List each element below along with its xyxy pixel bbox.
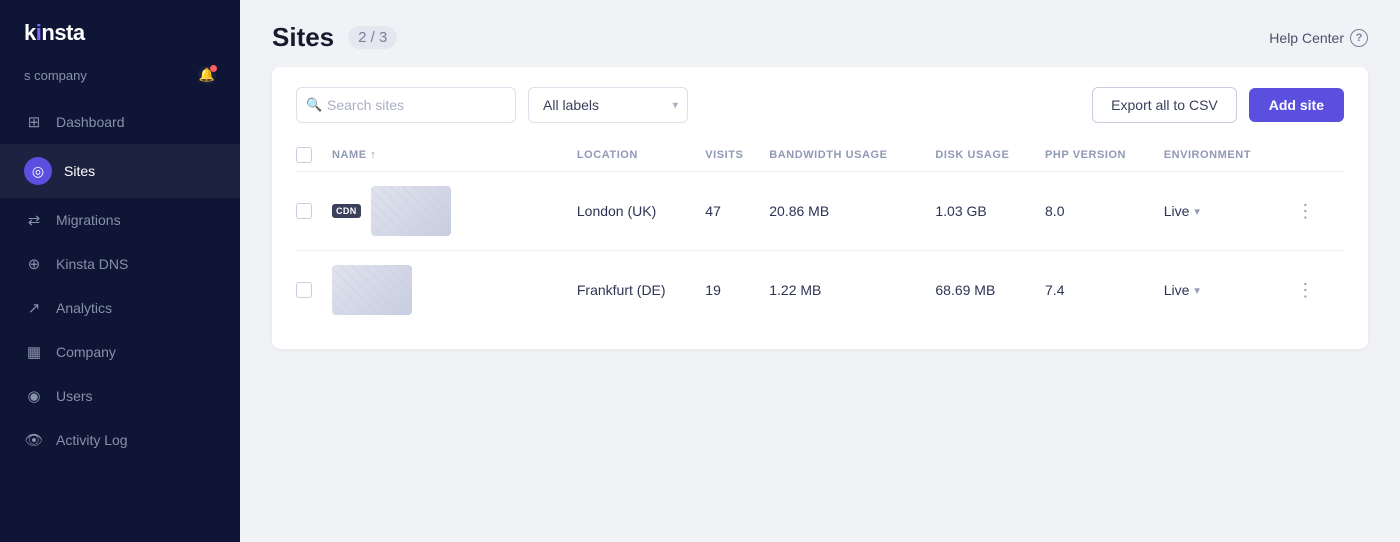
row-name-cell[interactable]	[332, 251, 577, 330]
sidebar-item-company[interactable]: ▦ Company	[0, 330, 240, 374]
row-visits: 47	[705, 172, 769, 251]
analytics-icon: ↗	[24, 299, 44, 317]
environment-label: Live	[1164, 282, 1190, 298]
sidebar-item-label: Migrations	[56, 212, 121, 228]
sites-icon-wrap: ◎	[24, 157, 52, 185]
col-checkbox	[296, 139, 332, 172]
row-disk: 68.69 MB	[935, 251, 1045, 330]
row-visits: 19	[705, 251, 769, 330]
logo-area: kinsta	[0, 0, 240, 58]
sidebar-item-kinsta-dns[interactable]: ⊕ Kinsta DNS	[0, 242, 240, 286]
notification-bell[interactable]: 🔔	[198, 66, 216, 84]
environment-label: Live	[1164, 203, 1190, 219]
row-php: 7.4	[1045, 251, 1164, 330]
sidebar-nav: ⊞ Dashboard ◎ Sites ⇄ Migrations ⊕ Kinst…	[0, 100, 240, 462]
row-bandwidth: 20.86 MB	[769, 172, 935, 251]
sites-card: 🔍 All labels ▾ Export all to CSV Add sit…	[272, 67, 1368, 349]
more-options-button[interactable]: ⋮	[1290, 277, 1320, 303]
row-checkbox[interactable]	[296, 203, 312, 219]
chevron-down-icon: ▾	[1194, 284, 1200, 297]
bell-icon: 🔔	[199, 67, 215, 83]
select-all-checkbox[interactable]	[296, 147, 312, 163]
site-thumbnail	[332, 265, 412, 315]
content-area: 🔍 All labels ▾ Export all to CSV Add sit…	[240, 67, 1400, 542]
site-thumbnail	[371, 186, 451, 236]
sidebar-item-migrations[interactable]: ⇄ Migrations	[0, 198, 240, 242]
row-bandwidth: 1.22 MB	[769, 251, 935, 330]
table-row: Frankfurt (DE) 19 1.22 MB 68.69 MB 7.4 L…	[296, 251, 1344, 330]
row-location: Frankfurt (DE)	[577, 251, 705, 330]
table-header: NAME ↑ LOCATION VISITS BANDWIDTH USAGE D	[296, 139, 1344, 172]
row-environment[interactable]: Live ▾	[1164, 172, 1291, 251]
row-environment[interactable]: Live ▾	[1164, 251, 1291, 330]
sidebar: kinsta s company 🔔 ⊞ Dashboard ◎ Sites ⇄…	[0, 0, 240, 542]
search-icon: 🔍	[306, 97, 322, 113]
sidebar-item-dashboard[interactable]: ⊞ Dashboard	[0, 100, 240, 144]
sites-icon: ◎	[28, 163, 48, 180]
company-name: s company	[24, 68, 87, 83]
sidebar-item-analytics[interactable]: ↗ Analytics	[0, 286, 240, 330]
help-circle-icon: ?	[1350, 29, 1368, 47]
col-php: PHP VERSION	[1045, 139, 1164, 172]
row-location: London (UK)	[577, 172, 705, 251]
row-checkbox-cell	[296, 172, 332, 251]
labels-select-wrap: All labels ▾	[528, 87, 688, 123]
sidebar-item-label: Users	[56, 388, 93, 404]
col-name: NAME ↑	[332, 139, 577, 172]
search-input[interactable]	[296, 87, 516, 123]
col-location: LOCATION	[577, 139, 705, 172]
help-center-label: Help Center	[1269, 30, 1344, 46]
migrations-icon: ⇄	[24, 211, 44, 229]
cdn-badge: CDN	[332, 204, 361, 218]
row-name-cell[interactable]: CDN	[332, 172, 577, 251]
row-disk: 1.03 GB	[935, 172, 1045, 251]
dns-icon: ⊕	[24, 255, 44, 273]
activity-icon: 👁	[24, 431, 44, 449]
main-area: Sites 2 / 3 Help Center ? 🔍 All labels ▾	[240, 0, 1400, 542]
page-title: Sites	[272, 22, 334, 53]
dashboard-icon: ⊞	[24, 113, 44, 131]
more-options-button[interactable]: ⋮	[1290, 198, 1320, 224]
chevron-down-icon: ▾	[1194, 205, 1200, 218]
sidebar-item-sites[interactable]: ◎ Sites	[0, 144, 240, 198]
add-site-button[interactable]: Add site	[1249, 88, 1344, 122]
company-bar: s company 🔔	[0, 58, 240, 100]
col-environment: ENVIRONMENT	[1164, 139, 1291, 172]
users-icon: ◉	[24, 387, 44, 405]
row-checkbox[interactable]	[296, 282, 312, 298]
sidebar-item-activity-log[interactable]: 👁 Activity Log	[0, 418, 240, 462]
help-center-link[interactable]: Help Center ?	[1269, 29, 1368, 47]
company-icon: ▦	[24, 343, 44, 361]
logo: kinsta	[24, 20, 85, 46]
search-wrap: 🔍	[296, 87, 516, 123]
page-title-wrap: Sites 2 / 3	[272, 22, 397, 53]
col-disk: DISK USAGE	[935, 139, 1045, 172]
export-csv-button[interactable]: Export all to CSV	[1092, 87, 1237, 123]
row-actions[interactable]: ⋮	[1290, 251, 1344, 330]
row-actions[interactable]: ⋮	[1290, 172, 1344, 251]
sites-table: NAME ↑ LOCATION VISITS BANDWIDTH USAGE D	[296, 139, 1344, 329]
page-count: 2 / 3	[348, 26, 397, 49]
sidebar-item-label: Analytics	[56, 300, 112, 316]
col-visits: VISITS	[705, 139, 769, 172]
sidebar-item-label: Company	[56, 344, 116, 360]
col-actions	[1290, 139, 1344, 172]
topbar: Sites 2 / 3 Help Center ?	[240, 0, 1400, 67]
labels-select[interactable]: All labels	[528, 87, 688, 123]
col-bandwidth: BANDWIDTH USAGE	[769, 139, 935, 172]
sidebar-item-label: Sites	[64, 163, 95, 179]
sidebar-item-label: Activity Log	[56, 432, 128, 448]
table-row: CDN London (UK) 47 20.86 MB 1.03 GB 8.0 …	[296, 172, 1344, 251]
row-checkbox-cell	[296, 251, 332, 330]
row-php: 8.0	[1045, 172, 1164, 251]
sidebar-item-label: Kinsta DNS	[56, 256, 128, 272]
sidebar-item-users[interactable]: ◉ Users	[0, 374, 240, 418]
sites-toolbar: 🔍 All labels ▾ Export all to CSV Add sit…	[296, 87, 1344, 123]
sidebar-item-label: Dashboard	[56, 114, 125, 130]
table-body: CDN London (UK) 47 20.86 MB 1.03 GB 8.0 …	[296, 172, 1344, 330]
